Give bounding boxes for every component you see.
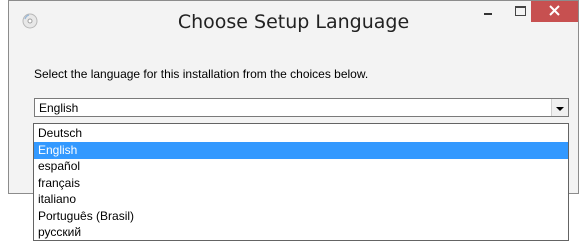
language-option[interactable]: русский xyxy=(34,224,568,241)
language-option-selected[interactable]: English xyxy=(34,142,568,159)
close-button[interactable] xyxy=(531,1,578,22)
minimize-icon xyxy=(483,3,493,21)
language-option[interactable]: español xyxy=(34,158,568,175)
maximize-icon xyxy=(514,3,526,21)
dropdown-arrow-button[interactable] xyxy=(551,99,568,116)
title-bar: Choose Setup Language xyxy=(9,1,578,45)
minimize-button[interactable] xyxy=(474,1,502,22)
chevron-down-icon xyxy=(556,99,564,117)
language-combobox[interactable]: English xyxy=(34,98,569,117)
combobox-selected-value: English xyxy=(39,101,79,115)
language-dropdown-list[interactable]: Deutsch English español français italian… xyxy=(33,123,569,241)
language-option[interactable]: Deutsch xyxy=(34,125,568,142)
language-option[interactable]: Português (Brasil) xyxy=(34,208,568,225)
window-title: Choose Setup Language xyxy=(177,11,410,33)
instruction-text: Select the language for this installatio… xyxy=(34,67,369,81)
language-option[interactable]: italiano xyxy=(34,191,568,208)
close-icon xyxy=(549,3,560,21)
maximize-button[interactable] xyxy=(506,1,534,22)
language-option[interactable]: français xyxy=(34,175,568,192)
installer-disc-icon xyxy=(22,13,38,29)
